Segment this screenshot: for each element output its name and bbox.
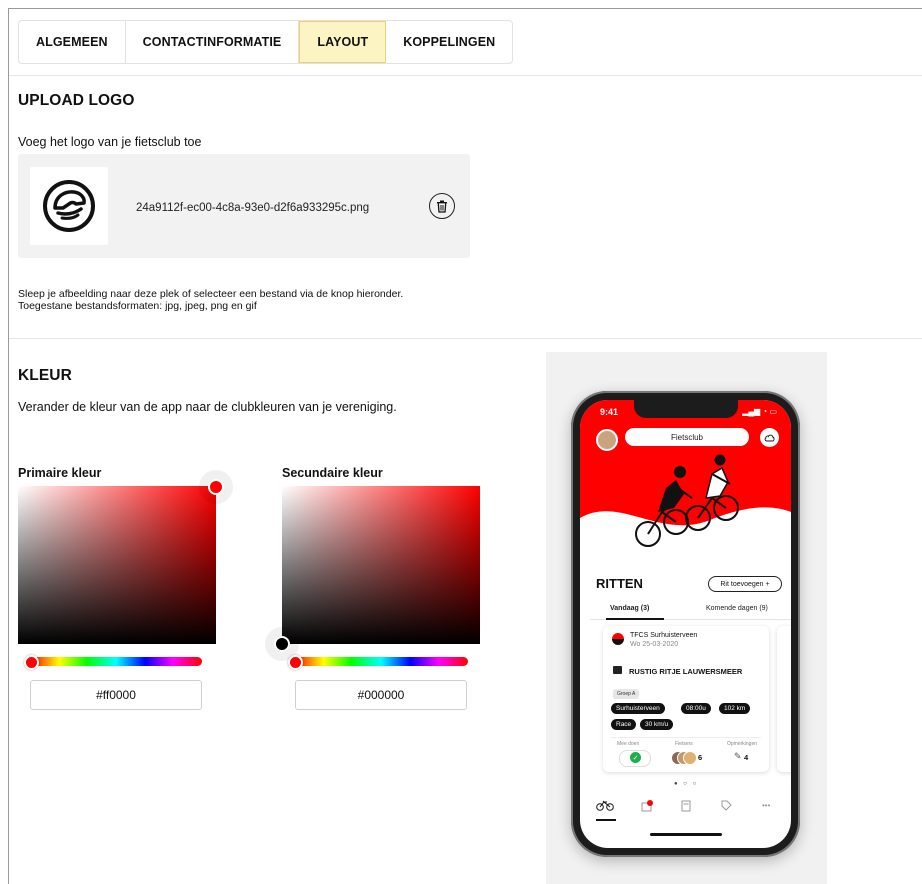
home-indicator bbox=[649, 833, 722, 836]
hero-banner bbox=[580, 400, 791, 550]
segment-active-indicator bbox=[606, 618, 664, 620]
ride-chip: Race bbox=[611, 719, 637, 730]
ride-date: Wo 25-03-2020 bbox=[630, 641, 679, 648]
avatar bbox=[683, 751, 697, 765]
cyclists-illustration bbox=[580, 454, 791, 550]
logo-dropzone[interactable]: 24a9112f-ec00-4c8a-93e0-d2f6a933295c.png bbox=[18, 154, 470, 258]
secondary-color-label: Secundaire kleur bbox=[282, 466, 383, 480]
comment-icon: ✎ bbox=[734, 751, 742, 761]
logo-filename: 24a9112f-ec00-4c8a-93e0-d2f6a933295c.png bbox=[136, 202, 370, 214]
primary-saturation-area[interactable] bbox=[18, 486, 216, 644]
primary-hue-handle[interactable] bbox=[24, 655, 39, 670]
divider bbox=[9, 338, 922, 339]
phone-notch bbox=[633, 400, 738, 418]
cloud-icon bbox=[764, 434, 775, 442]
ride-chip: 08:00u bbox=[681, 703, 711, 714]
tab-algemeen[interactable]: ALGEMEEN bbox=[19, 21, 126, 63]
more-icon[interactable]: ••• bbox=[762, 801, 770, 810]
rides-heading: RITTEN bbox=[596, 576, 643, 591]
participants-count: 6 bbox=[698, 753, 703, 762]
ride-chip: Surhuisterveen bbox=[611, 703, 665, 714]
upload-logo-description: Voeg het logo van je fietsclub toe bbox=[18, 135, 202, 149]
status-time: 9:41 bbox=[600, 407, 619, 417]
tabbar-active-indicator bbox=[596, 819, 616, 821]
segment-upcoming[interactable]: Komende dagen (9) bbox=[706, 605, 768, 612]
ride-card[interactable]: TFCS Surhuisterveen Wo 25-03-2020 RUSTIG… bbox=[603, 626, 769, 772]
tag-icon[interactable] bbox=[721, 800, 732, 814]
club-selector[interactable]: Fietsclub bbox=[625, 428, 749, 446]
app-tabbar: ••• bbox=[580, 796, 791, 820]
add-ride-button[interactable]: Rit toevoegen + bbox=[708, 576, 782, 592]
secondary-saturation-area[interactable] bbox=[282, 486, 480, 644]
frame-border-top bbox=[8, 8, 922, 9]
tab-koppelingen[interactable]: KOPPELINGEN bbox=[386, 21, 512, 63]
ride-title: RUSTIG RITJE LAUWERSMEER bbox=[629, 667, 743, 676]
phone-screen: 9:41 ▂▄▆ ◔ ▭ Fietsclub RITTEN Rit toevoe… bbox=[580, 400, 791, 848]
rider-avatars bbox=[671, 751, 697, 765]
trash-icon bbox=[437, 200, 447, 213]
club-logo bbox=[612, 633, 624, 645]
avatar[interactable] bbox=[596, 429, 618, 451]
ride-chip: 102 km bbox=[719, 703, 751, 714]
stat-label-join: Mee doen bbox=[617, 741, 640, 747]
group-badge: Groep A bbox=[613, 689, 640, 699]
upload-logo-heading: UPLOAD LOGO bbox=[18, 92, 135, 109]
upload-help-line1: Sleep je afbeelding naar deze plek of se… bbox=[18, 288, 404, 300]
stat-label-riders: Fietsers bbox=[675, 741, 693, 747]
helmet-logo-icon bbox=[43, 180, 95, 232]
logo-preview bbox=[30, 167, 108, 245]
kleur-description: Verander de kleur van de app naar de clu… bbox=[18, 400, 397, 414]
secondary-saturation-handle[interactable] bbox=[274, 636, 290, 652]
delete-logo-button[interactable] bbox=[429, 193, 455, 219]
ride-chip: 30 km/u bbox=[640, 719, 674, 730]
pager-dots: ● ○ ○ bbox=[674, 781, 699, 787]
phone-mockup: 9:41 ▂▄▆ ◔ ▭ Fietsclub RITTEN Rit toevoe… bbox=[571, 391, 800, 857]
upload-help-line2: Toegestane bestandsformaten: jpg, jpeg, … bbox=[18, 300, 257, 312]
calendar-badge-icon[interactable] bbox=[641, 800, 653, 815]
divider bbox=[9, 75, 922, 76]
comments-count: 4 bbox=[744, 753, 749, 762]
secondary-hex-input[interactable]: #000000 bbox=[295, 680, 467, 710]
primary-hue-slider[interactable] bbox=[30, 657, 202, 666]
segment-today[interactable]: Vandaag (3) bbox=[610, 605, 649, 612]
tab-layout[interactable]: LAYOUT bbox=[299, 21, 387, 63]
bike-icon[interactable] bbox=[596, 800, 614, 814]
tab-contactinformatie[interactable]: CONTACTINFORMATIE bbox=[126, 21, 300, 63]
frame-border-left bbox=[8, 8, 9, 884]
kleur-heading: KLEUR bbox=[18, 367, 72, 384]
sv-black-layer bbox=[18, 486, 216, 644]
calculator-icon[interactable] bbox=[681, 800, 691, 815]
status-icons: ▂▄▆ ◔ ▭ bbox=[742, 407, 777, 416]
printer-icon bbox=[613, 666, 622, 674]
settings-tabs: ALGEMEEN CONTACTINFORMATIE LAYOUT KOPPEL… bbox=[18, 20, 514, 64]
next-ride-card[interactable] bbox=[777, 626, 791, 772]
primary-saturation-handle[interactable] bbox=[208, 479, 224, 495]
card-divider bbox=[611, 737, 761, 738]
cloud-button[interactable] bbox=[760, 428, 779, 447]
secondary-hue-handle[interactable] bbox=[288, 655, 303, 670]
secondary-hue-slider[interactable] bbox=[294, 657, 468, 666]
stat-label-comments: Opmerkingen bbox=[727, 741, 758, 747]
primary-hex-input[interactable]: #ff0000 bbox=[30, 680, 202, 710]
club-name: TFCS Surhuisterveen bbox=[630, 632, 698, 639]
sv-black-layer bbox=[282, 486, 480, 644]
check-icon: ✓ bbox=[630, 752, 641, 763]
primary-color-label: Primaire kleur bbox=[18, 466, 102, 480]
